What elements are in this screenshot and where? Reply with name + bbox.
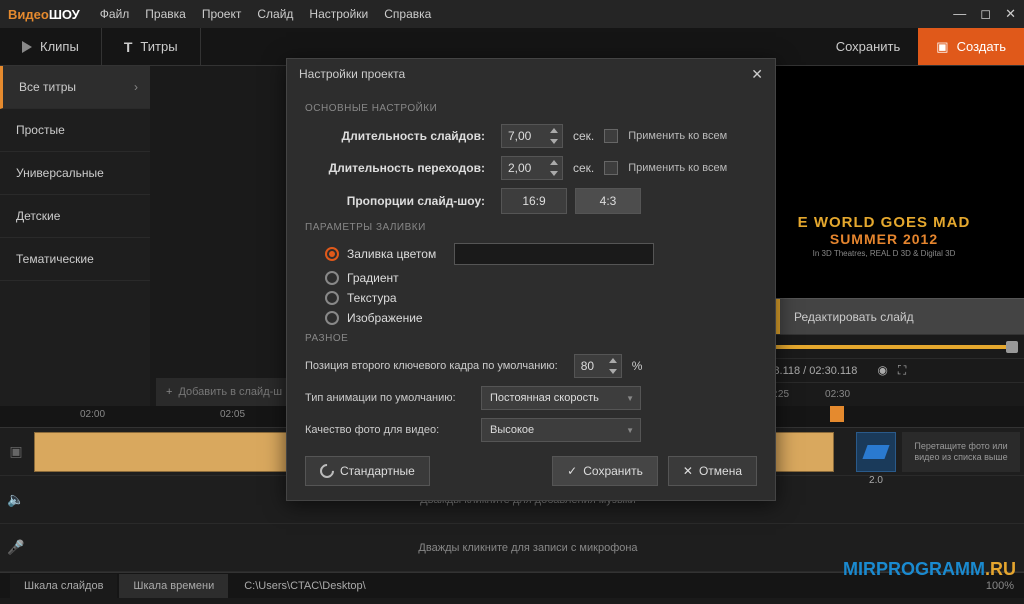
section-misc: РАЗНОЕ (305, 333, 757, 344)
fill-color-swatch[interactable] (454, 243, 654, 265)
save-button[interactable]: Сохранить (818, 28, 919, 65)
x-icon: ✕ (683, 464, 693, 478)
aspect-16-9-button[interactable]: 16:9 (501, 188, 567, 214)
menu-project[interactable]: Проект (202, 7, 242, 21)
video-track-icon: ▣ (0, 443, 32, 460)
timeline-clip[interactable]: 2.0 (856, 432, 896, 472)
sidebar-item-all-titles[interactable]: Все титры (0, 66, 150, 109)
window-controls: — ◻ ✕ (953, 6, 1016, 22)
tab-clips[interactable]: Клипы (0, 28, 102, 65)
snapshot-icon[interactable]: ◉ (877, 363, 887, 378)
apply-all-label: Применить ко всем (628, 130, 727, 142)
slide-duration-input[interactable]: 7,00 (501, 124, 563, 148)
titlebar: ВидеоШОУ Файл Правка Проект Слайд Настро… (0, 0, 1024, 28)
default-anim-select[interactable]: Постоянная скорость (481, 386, 641, 410)
section-main: ОСНОВНЫЕ НАСТРОЙКИ (305, 103, 757, 114)
check-icon: ✓ (567, 464, 577, 478)
ruler-tick: 02:05 (220, 409, 245, 420)
watermark: MIRPROGRAMM.RU (843, 559, 1016, 580)
text-icon: T (124, 39, 133, 55)
fill-image-label: Изображение (347, 311, 423, 325)
keyframe-pos-input[interactable]: 80 (574, 354, 622, 378)
ruler-tick: 02:30 (825, 389, 850, 400)
tab-slide-scale[interactable]: Шкала слайдов (10, 574, 117, 598)
create-button[interactable]: ▣Создать (918, 28, 1024, 65)
fullscreen-icon[interactable]: ⛶ (898, 363, 906, 378)
dialog-save-button[interactable]: ✓Сохранить (552, 456, 658, 486)
fill-texture-label: Текстура (347, 291, 397, 305)
fill-image-radio[interactable] (325, 311, 339, 325)
menu-settings[interactable]: Настройки (309, 7, 368, 21)
mic-hint: Дважды кликните для записи с микрофона (32, 542, 1024, 554)
default-anim-label: Тип анимации по умолчанию: (305, 392, 471, 404)
dialog-titlebar[interactable]: Настройки проекта ✕ (287, 59, 775, 89)
sidebar-item-kids[interactable]: Детские (0, 195, 150, 238)
unit-sec: сек. (573, 161, 594, 175)
photo-quality-select[interactable]: Высокое (481, 418, 641, 442)
fill-gradient-radio[interactable] (325, 271, 339, 285)
project-settings-dialog: Настройки проекта ✕ ОСНОВНЫЕ НАСТРОЙКИ Д… (286, 58, 776, 501)
menubar: Файл Правка Проект Слайд Настройки Справ… (100, 7, 432, 21)
tab-timeline-scale[interactable]: Шкала времени (119, 574, 228, 598)
menu-help[interactable]: Справка (384, 7, 431, 21)
transition-duration-input[interactable]: 2,00 (501, 156, 563, 180)
fill-texture-radio[interactable] (325, 291, 339, 305)
close-icon[interactable]: ✕ (1005, 6, 1016, 22)
seek-handle[interactable] (1006, 341, 1018, 353)
preview-seekbar[interactable] (744, 334, 1024, 358)
speaker-icon: 🔈 (0, 491, 32, 508)
unit-sec: сек. (573, 129, 594, 143)
status-path: C:\Users\CTAC\Desktop\ (244, 580, 365, 592)
preview-time-row: 02:28.118 / 02:30.118 ◉ ⛶ (744, 358, 1024, 382)
aspect-ratio-label: Пропорции слайд-шоу: (305, 194, 491, 208)
sidebar-item-simple[interactable]: Простые (0, 109, 150, 152)
dialog-cancel-button[interactable]: ✕Отмена (668, 456, 757, 486)
dialog-close-icon[interactable]: ✕ (751, 66, 763, 83)
zoom-level[interactable]: 100% (986, 580, 1014, 592)
sidebar-item-universal[interactable]: Универсальные (0, 152, 150, 195)
defaults-button[interactable]: Стандартные (305, 456, 430, 486)
preview-panel: E WORLD GOES MAD SUMMER 2012 In 3D Theat… (744, 66, 1024, 406)
preview-caption: E WORLD GOES MAD SUMMER 2012 In 3D Theat… (744, 214, 1024, 258)
menu-file[interactable]: Файл (100, 7, 130, 21)
sidebar: Все титры Простые Универсальные Детские … (0, 66, 150, 406)
menu-edit[interactable]: Правка (145, 7, 186, 21)
section-fill: ПАРАМЕТРЫ ЗАЛИВКИ (305, 222, 757, 233)
unit-percent: % (632, 359, 643, 373)
minimize-icon[interactable]: — (953, 6, 966, 22)
dropzone-hint[interactable]: Перетащите фото или видео из списка выше (902, 432, 1020, 472)
maximize-icon[interactable]: ◻ (980, 6, 991, 22)
photo-quality-label: Качество фото для видео: (305, 424, 471, 436)
aspect-4-3-button[interactable]: 4:3 (575, 188, 641, 214)
mic-icon: 🎤 (0, 539, 32, 556)
keyframe-pos-label: Позиция второго ключевого кадра по умолч… (305, 360, 564, 372)
fill-gradient-label: Градиент (347, 271, 399, 285)
playhead[interactable] (830, 406, 844, 422)
dialog-title: Настройки проекта (299, 67, 405, 81)
transition-duration-label: Длительность переходов: (305, 161, 491, 175)
apply-all-slides-checkbox[interactable] (604, 129, 618, 143)
tab-titles[interactable]: TТитры (102, 28, 201, 65)
ruler-tick: 02:00 (80, 409, 105, 420)
sidebar-item-thematic[interactable]: Тематические (0, 238, 150, 281)
play-icon (22, 41, 32, 53)
preview-viewport[interactable]: E WORLD GOES MAD SUMMER 2012 In 3D Theat… (744, 66, 1024, 298)
edit-slide-button[interactable]: ✎ Редактировать слайд (744, 298, 1024, 334)
menu-slide[interactable]: Слайд (257, 7, 293, 21)
apply-all-label: Применить ко всем (628, 162, 727, 174)
apply-all-transitions-checkbox[interactable] (604, 161, 618, 175)
refresh-icon (317, 461, 337, 481)
fill-color-label: Заливка цветом (347, 247, 436, 261)
slide-duration-label: Длительность слайдов: (305, 129, 491, 143)
app-logo: ВидеоШОУ (8, 7, 80, 22)
fill-color-radio[interactable] (325, 247, 339, 261)
video-icon: ▣ (936, 39, 948, 55)
